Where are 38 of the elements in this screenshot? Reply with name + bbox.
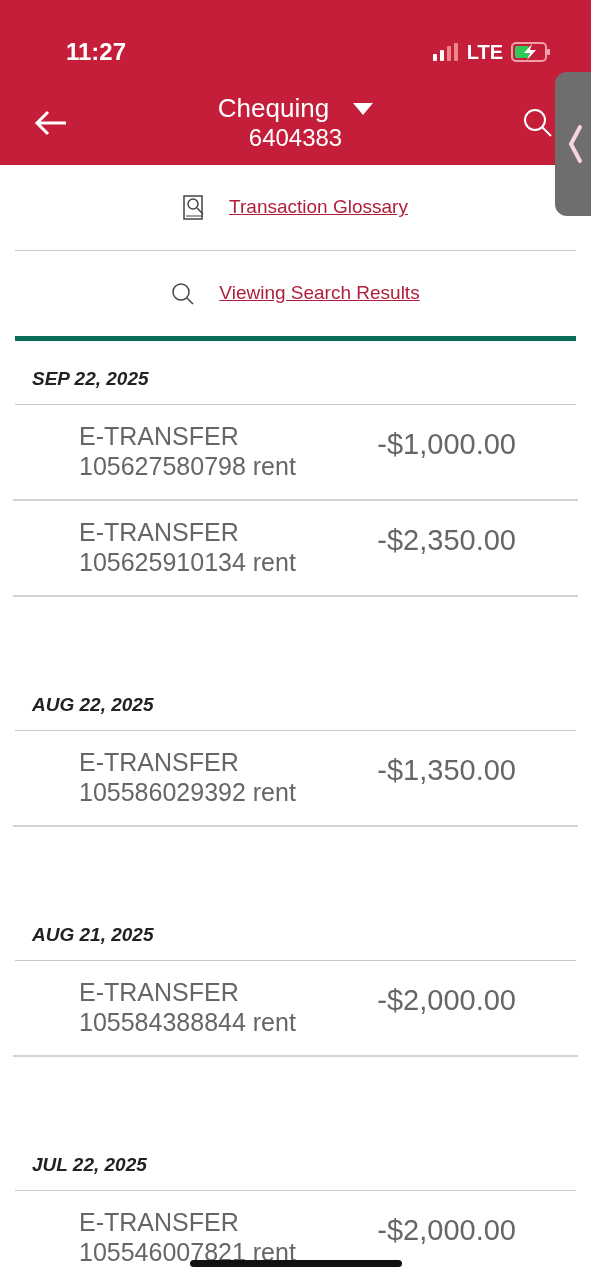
transaction-title: E-TRANSFER bbox=[79, 747, 240, 777]
book-search-icon bbox=[183, 194, 206, 221]
transaction-amount: -$2,350.00 bbox=[377, 523, 516, 558]
transaction-amount: -$2,000.00 bbox=[377, 1213, 516, 1248]
transaction-title: E-TRANSFER bbox=[79, 977, 240, 1007]
transaction-row[interactable]: E-TRANSFER 105586029392 rent -$1,350.00 bbox=[13, 731, 578, 827]
transaction-amount: -$2,000.00 bbox=[377, 983, 516, 1018]
chevron-icon bbox=[567, 124, 583, 164]
transaction-detail: 105625910134 rent bbox=[79, 547, 296, 577]
transaction-row[interactable]: E-TRANSFER 105625910134 rent -$2,350.00 bbox=[13, 501, 578, 597]
date-heading: JUL 22, 2025 bbox=[31, 1153, 148, 1177]
network-type: LTE bbox=[466, 40, 503, 65]
transaction-row[interactable]: E-TRANSFER 105584388844 rent -$2,000.00 bbox=[13, 961, 578, 1057]
account-number: 6404383 bbox=[248, 123, 343, 152]
transaction-detail: 105586029392 rent bbox=[79, 777, 296, 807]
account-selector[interactable]: Chequing bbox=[217, 93, 374, 124]
transaction-row[interactable]: E-TRANSFER 105627580798 rent -$1,000.00 bbox=[13, 405, 578, 501]
search-icon[interactable] bbox=[523, 107, 553, 138]
transaction-detail: 105584388844 rent bbox=[79, 1007, 296, 1037]
transaction-amount: -$1,350.00 bbox=[377, 753, 516, 788]
signal-icon bbox=[432, 43, 459, 61]
transaction-title: E-TRANSFER bbox=[79, 421, 240, 451]
date-heading: AUG 21, 2025 bbox=[31, 923, 155, 947]
date-heading: SEP 22, 2025 bbox=[31, 367, 150, 391]
transaction-title: E-TRANSFER bbox=[79, 517, 240, 547]
back-button[interactable] bbox=[34, 109, 68, 136]
dropdown-caret-icon bbox=[353, 102, 374, 115]
link[interactable]: Viewing Search Results bbox=[219, 279, 420, 308]
status-time: 11:27 bbox=[66, 37, 127, 67]
transaction-amount: -$1,000.00 bbox=[377, 427, 516, 462]
battery-charging-icon bbox=[511, 42, 551, 62]
transaction-title: E-TRANSFER bbox=[79, 1207, 240, 1237]
side-panel-handle[interactable] bbox=[555, 72, 591, 216]
transaction-detail: 105627580798 rent bbox=[79, 451, 296, 481]
account-name: Chequing bbox=[217, 93, 330, 124]
search-icon bbox=[171, 281, 196, 306]
link[interactable]: Transaction Glossary bbox=[229, 193, 408, 222]
date-heading: AUG 22, 2025 bbox=[31, 693, 155, 717]
